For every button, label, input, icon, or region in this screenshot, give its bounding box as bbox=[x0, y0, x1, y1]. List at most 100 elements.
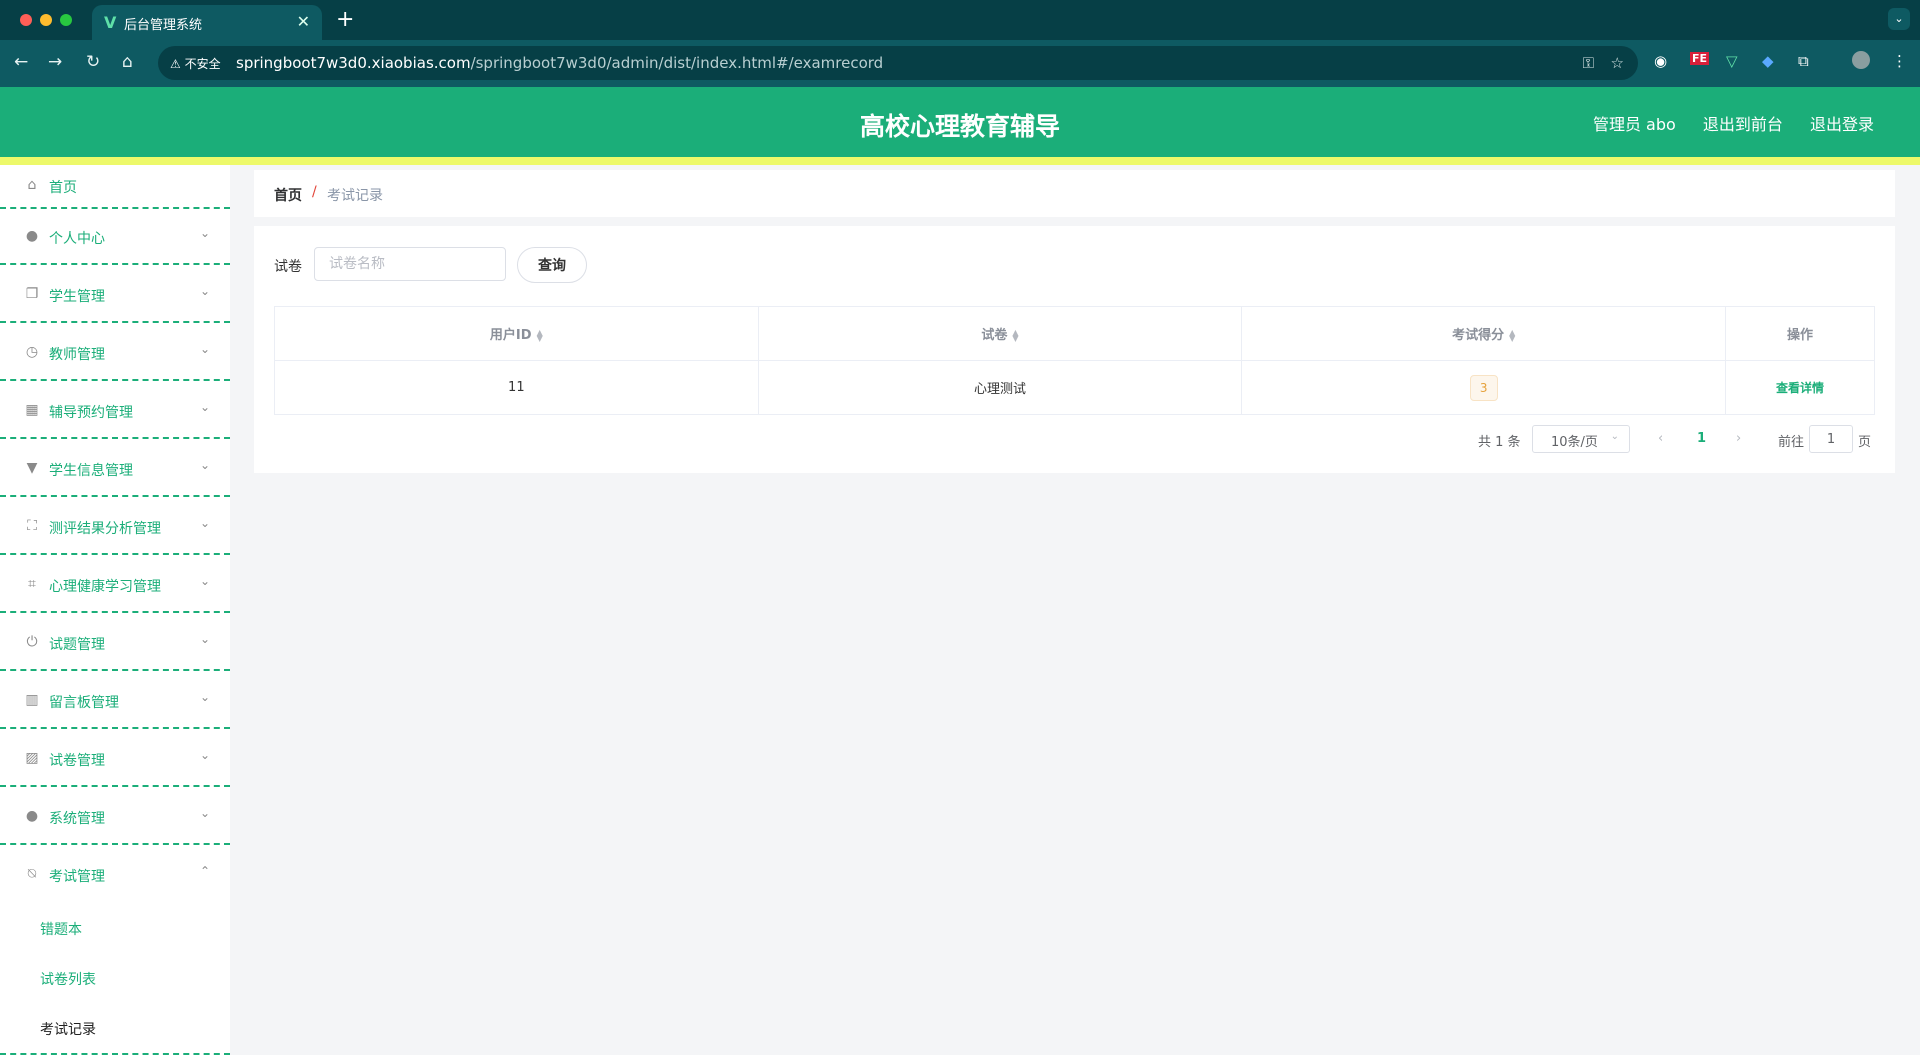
chevron-down-icon: ⌄ bbox=[1610, 431, 1619, 442]
power-icon: ⏻ bbox=[26, 634, 38, 650]
query-button[interactable]: 查询 bbox=[517, 247, 587, 283]
header-links: 管理员 abo 退出到前台 退出登录 bbox=[1571, 111, 1874, 135]
user-icon: ● bbox=[25, 808, 39, 824]
cell-paper: 心理测试 bbox=[757, 360, 1243, 415]
page-jump-input[interactable] bbox=[1809, 425, 1853, 453]
chevron-down-icon: ⌄ bbox=[199, 806, 210, 820]
content-card: 试卷 查询 用户ID▲▼ 试卷▲▼ 考试得分▲▼ 操作 11 心理测试 3 查看… bbox=[254, 226, 1895, 473]
chevron-down-icon: ⌄ bbox=[199, 574, 210, 588]
vue-favicon-icon: V bbox=[104, 13, 117, 32]
app-header: 高校心理教育辅导 管理员 abo 退出到前台 退出登录 bbox=[0, 87, 1920, 157]
extension-vue-icon[interactable]: ▽ bbox=[1726, 52, 1738, 70]
search-label: 试卷 bbox=[274, 259, 302, 275]
table-row: 11 心理测试 3 查看详情 bbox=[274, 360, 1875, 415]
sidebar-item-student[interactable]: ❐ 学生管理 ⌄ bbox=[0, 267, 230, 323]
page-size-select[interactable]: 10条/页 ⌄ bbox=[1532, 425, 1630, 453]
view-detail-link[interactable]: 查看详情 bbox=[1776, 381, 1824, 395]
chevron-down-icon: ⌄ bbox=[199, 342, 210, 356]
admin-user-label: 管理员 abo bbox=[1592, 115, 1676, 134]
cell-user-id: 11 bbox=[274, 360, 759, 415]
back-icon[interactable]: ← bbox=[14, 52, 28, 72]
tab-title: 后台管理系统 bbox=[124, 18, 203, 33]
breadcrumb-current: 考试记录 bbox=[327, 188, 383, 204]
sort-icon[interactable]: ▲ ▼ bbox=[1012, 328, 1018, 342]
page-suffix: 页 bbox=[1858, 435, 1872, 450]
sidebar-item-evaluation[interactable]: ⛶ 测评结果分析管理 ⌄ bbox=[0, 499, 230, 555]
sidebar-item-home[interactable]: ⌂ 首页 bbox=[0, 165, 230, 209]
chevron-down-icon: ⌄ bbox=[199, 400, 210, 414]
header-accent-bar bbox=[0, 157, 1920, 165]
breadcrumb: 首页 / 考试记录 bbox=[254, 170, 1895, 217]
table-header-row: 用户ID ▲ ▼ 试卷 ▲ ▼ 考试得分 ▲ ▼ 操作 bbox=[274, 306, 1875, 361]
cell-action: 查看详情 bbox=[1725, 360, 1875, 415]
forward-icon[interactable]: → bbox=[48, 52, 62, 72]
brush-icon: ▼ bbox=[26, 460, 38, 476]
sidebar-item-questions[interactable]: ⏻ 试题管理 ⌄ bbox=[0, 615, 230, 671]
sidebar-item-message-board[interactable]: ▥ 留言板管理 ⌄ bbox=[0, 673, 230, 729]
chevron-down-icon: ⌄ bbox=[199, 632, 210, 646]
sidebar-subitem-exam-record[interactable]: 考试记录 bbox=[40, 1019, 96, 1039]
sidebar-item-system[interactable]: ● 系统管理 ⌄ bbox=[0, 789, 230, 845]
sidebar-item-personal[interactable]: ● 个人中心 ⌄ bbox=[0, 209, 230, 265]
chart-icon: ▨ bbox=[25, 750, 39, 766]
reload-icon[interactable]: ↻ bbox=[86, 52, 100, 72]
sidebar-item-student-info[interactable]: ▼ 学生信息管理 ⌄ bbox=[0, 441, 230, 497]
extensions-puzzle-icon[interactable]: ⧉ bbox=[1798, 52, 1809, 70]
sidebar-item-health-study[interactable]: ⌗ 心理健康学习管理 ⌄ bbox=[0, 557, 230, 613]
new-tab-button[interactable]: + bbox=[336, 7, 354, 32]
chevron-down-icon: ⌄ bbox=[199, 690, 210, 704]
goto-label: 前往 bbox=[1778, 435, 1805, 450]
browser-menu-icon[interactable]: ⋮ bbox=[1892, 52, 1907, 70]
sidebar-item-exam[interactable]: ⍉ 考试管理 ⌃ bbox=[0, 847, 230, 903]
key-icon[interactable]: ⚿ bbox=[1583, 54, 1594, 72]
column-action: 操作 bbox=[1725, 306, 1875, 361]
security-warning[interactable]: ⚠ 不安全 bbox=[170, 55, 221, 72]
home-browser-icon[interactable]: ⌂ bbox=[122, 52, 133, 72]
maximize-window-button[interactable] bbox=[60, 14, 72, 26]
logout-link[interactable]: 退出登录 bbox=[1810, 115, 1874, 134]
bar-icon: ▥ bbox=[25, 692, 39, 708]
sort-icon[interactable]: ▲ ▼ bbox=[1509, 328, 1515, 342]
extension-pin-icon[interactable]: ◆ bbox=[1762, 52, 1774, 70]
breadcrumb-home[interactable]: 首页 bbox=[274, 185, 302, 205]
browser-toolbar: ← → ↻ ⌂ ⚠ 不安全 springboot7w3d0.xiaobias.c… bbox=[0, 40, 1920, 87]
chevron-down-icon: ⌄ bbox=[199, 516, 210, 530]
column-score[interactable]: 考试得分 ▲ ▼ bbox=[1241, 306, 1726, 361]
grid-icon: ▦ bbox=[25, 402, 39, 418]
exit-to-front-link[interactable]: 退出到前台 bbox=[1703, 115, 1783, 134]
home-icon: ⌂ bbox=[27, 177, 37, 193]
sort-icon[interactable]: ▲ ▼ bbox=[537, 328, 543, 342]
sidebar-item-appointment[interactable]: ▦ 辅导预约管理 ⌄ bbox=[0, 383, 230, 439]
column-paper[interactable]: 试卷 ▲ ▼ bbox=[757, 306, 1243, 361]
sidebar-item-papers[interactable]: ▨ 试卷管理 ⌄ bbox=[0, 731, 230, 787]
next-page-icon[interactable]: › bbox=[1736, 431, 1741, 446]
browser-tab[interactable]: V 后台管理系统 ✕ bbox=[92, 5, 322, 40]
prev-page-icon[interactable]: ‹ bbox=[1658, 431, 1663, 446]
page-number-current[interactable]: 1 bbox=[1697, 431, 1706, 446]
address-bar[interactable]: ⚠ 不安全 springboot7w3d0.xiaobias.com/sprin… bbox=[158, 46, 1638, 80]
url-text: springboot7w3d0.xiaobias.com/springboot7… bbox=[236, 54, 884, 72]
cell-score: 3 bbox=[1241, 360, 1726, 415]
sidebar-item-teacher[interactable]: ◷ 教师管理 ⌄ bbox=[0, 325, 230, 381]
copy-icon: ❐ bbox=[25, 286, 39, 302]
sidebar-subitem-paper-list[interactable]: 试卷列表 bbox=[40, 969, 96, 989]
column-user-id[interactable]: 用户ID ▲ ▼ bbox=[274, 306, 759, 361]
tab-search-button[interactable]: ⌄ bbox=[1888, 8, 1910, 30]
extension-fe-icon[interactable]: FE bbox=[1690, 52, 1710, 65]
close-window-button[interactable] bbox=[20, 14, 32, 26]
person-icon: ● bbox=[25, 228, 39, 244]
tab-bar: V 后台管理系统 ✕ + ⌄ bbox=[0, 0, 1920, 40]
breadcrumb-separator: / bbox=[312, 184, 317, 200]
extension-owl-icon[interactable]: ◉ bbox=[1654, 52, 1667, 70]
profile-avatar-icon[interactable] bbox=[1852, 51, 1870, 69]
bookmark-star-icon[interactable]: ☆ bbox=[1611, 54, 1624, 72]
exam-record-table: 用户ID ▲ ▼ 试卷 ▲ ▼ 考试得分 ▲ ▼ 操作 11 心理测试 3 查看详情 bbox=[274, 306, 1875, 415]
crop-icon: ⌗ bbox=[28, 576, 36, 592]
chevron-up-icon: ⌃ bbox=[199, 864, 210, 878]
sidebar-subitem-wrong-book[interactable]: 错题本 bbox=[40, 919, 82, 939]
tab-close-icon[interactable]: ✕ bbox=[297, 12, 310, 31]
bell-off-icon: ⍉ bbox=[27, 866, 37, 882]
minimize-window-button[interactable] bbox=[40, 14, 52, 26]
paper-name-input[interactable] bbox=[314, 247, 506, 281]
pagination-total: 共 1 条 bbox=[1478, 435, 1521, 450]
